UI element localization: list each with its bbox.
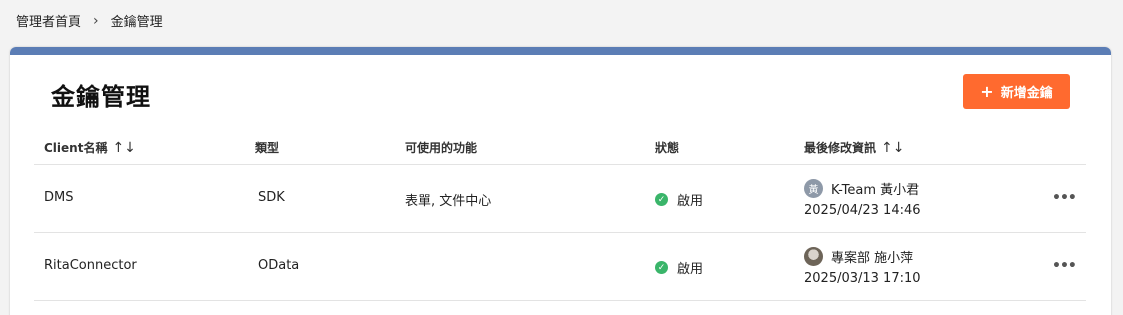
status-label: 啟用	[677, 262, 704, 277]
add-key-button[interactable]: + 新增金鑰	[963, 74, 1070, 109]
column-header-client-name[interactable]: Client名稱 ↑↓	[44, 139, 136, 156]
check-circle-icon: ✓	[655, 261, 668, 274]
type-cell: OData	[258, 258, 300, 273]
modified-timestamp: 2025/03/13 17:10	[804, 270, 921, 286]
sort-icon[interactable]: ↑↓	[881, 140, 904, 156]
breadcrumb-current: 金鑰管理	[110, 15, 163, 30]
column-header-status: 狀態	[655, 139, 679, 156]
breadcrumb-separator-icon: ›	[93, 12, 99, 29]
table-row[interactable]: DMS SDK 表單, 文件中心 ✓ 啟用 黃 K-Team 黃小君 2025/…	[34, 165, 1086, 233]
column-header-features: 可使用的功能	[405, 139, 477, 156]
modifier-name: K-Team 黃小君	[831, 182, 920, 198]
client-name-cell: RitaConnector	[44, 258, 137, 273]
more-options-icon[interactable]: •••	[1052, 190, 1077, 206]
key-management-card: 金鑰管理 + 新增金鑰 Client名稱 ↑↓ 類型 可使用的功能 狀態 最後修…	[10, 47, 1111, 315]
client-name-cell: DMS	[44, 190, 74, 205]
column-header-last-modified-label: 最後修改資訊	[804, 141, 877, 155]
column-header-status-label: 狀態	[655, 141, 680, 155]
avatar	[804, 246, 823, 266]
column-header-features-label: 可使用的功能	[405, 141, 478, 155]
plus-icon: +	[980, 82, 994, 101]
column-header-last-modified[interactable]: 最後修改資訊 ↑↓	[804, 139, 904, 156]
table-row[interactable]: RitaConnector OData ✓ 啟用 專案部 施小萍 2025/03…	[34, 233, 1086, 301]
type-cell: SDK	[258, 190, 285, 205]
avatar: 黃	[804, 178, 823, 198]
status-cell: ✓ 啟用	[655, 258, 703, 277]
column-header-type: 類型	[255, 139, 279, 156]
more-options-icon[interactable]: •••	[1052, 258, 1077, 274]
breadcrumb: 管理者首頁 › 金鑰管理	[16, 11, 163, 31]
sort-icon[interactable]: ↑↓	[112, 140, 135, 156]
last-modified-cell: 黃 K-Team 黃小君 2025/04/23 14:46	[804, 177, 921, 221]
features-cell: 表單, 文件中心	[405, 194, 492, 209]
card-top-accent-bar	[10, 47, 1111, 55]
add-key-button-label: 新增金鑰	[1000, 86, 1053, 101]
table-header: Client名稱 ↑↓ 類型 可使用的功能 狀態 最後修改資訊 ↑↓	[34, 127, 1086, 165]
breadcrumb-home-link[interactable]: 管理者首頁	[16, 11, 81, 30]
status-label: 啟用	[677, 194, 704, 209]
page-title: 金鑰管理	[51, 83, 151, 111]
status-cell: ✓ 啟用	[655, 190, 703, 209]
column-header-client-name-label: Client名稱	[44, 141, 108, 155]
modified-timestamp: 2025/04/23 14:46	[804, 202, 921, 218]
modifier-name: 專案部 施小萍	[831, 250, 914, 266]
column-header-type-label: 類型	[255, 141, 280, 155]
last-modified-cell: 專案部 施小萍 2025/03/13 17:10	[804, 245, 921, 289]
key-table: Client名稱 ↑↓ 類型 可使用的功能 狀態 最後修改資訊 ↑↓ DMS S…	[34, 127, 1086, 301]
check-circle-icon: ✓	[655, 193, 668, 206]
